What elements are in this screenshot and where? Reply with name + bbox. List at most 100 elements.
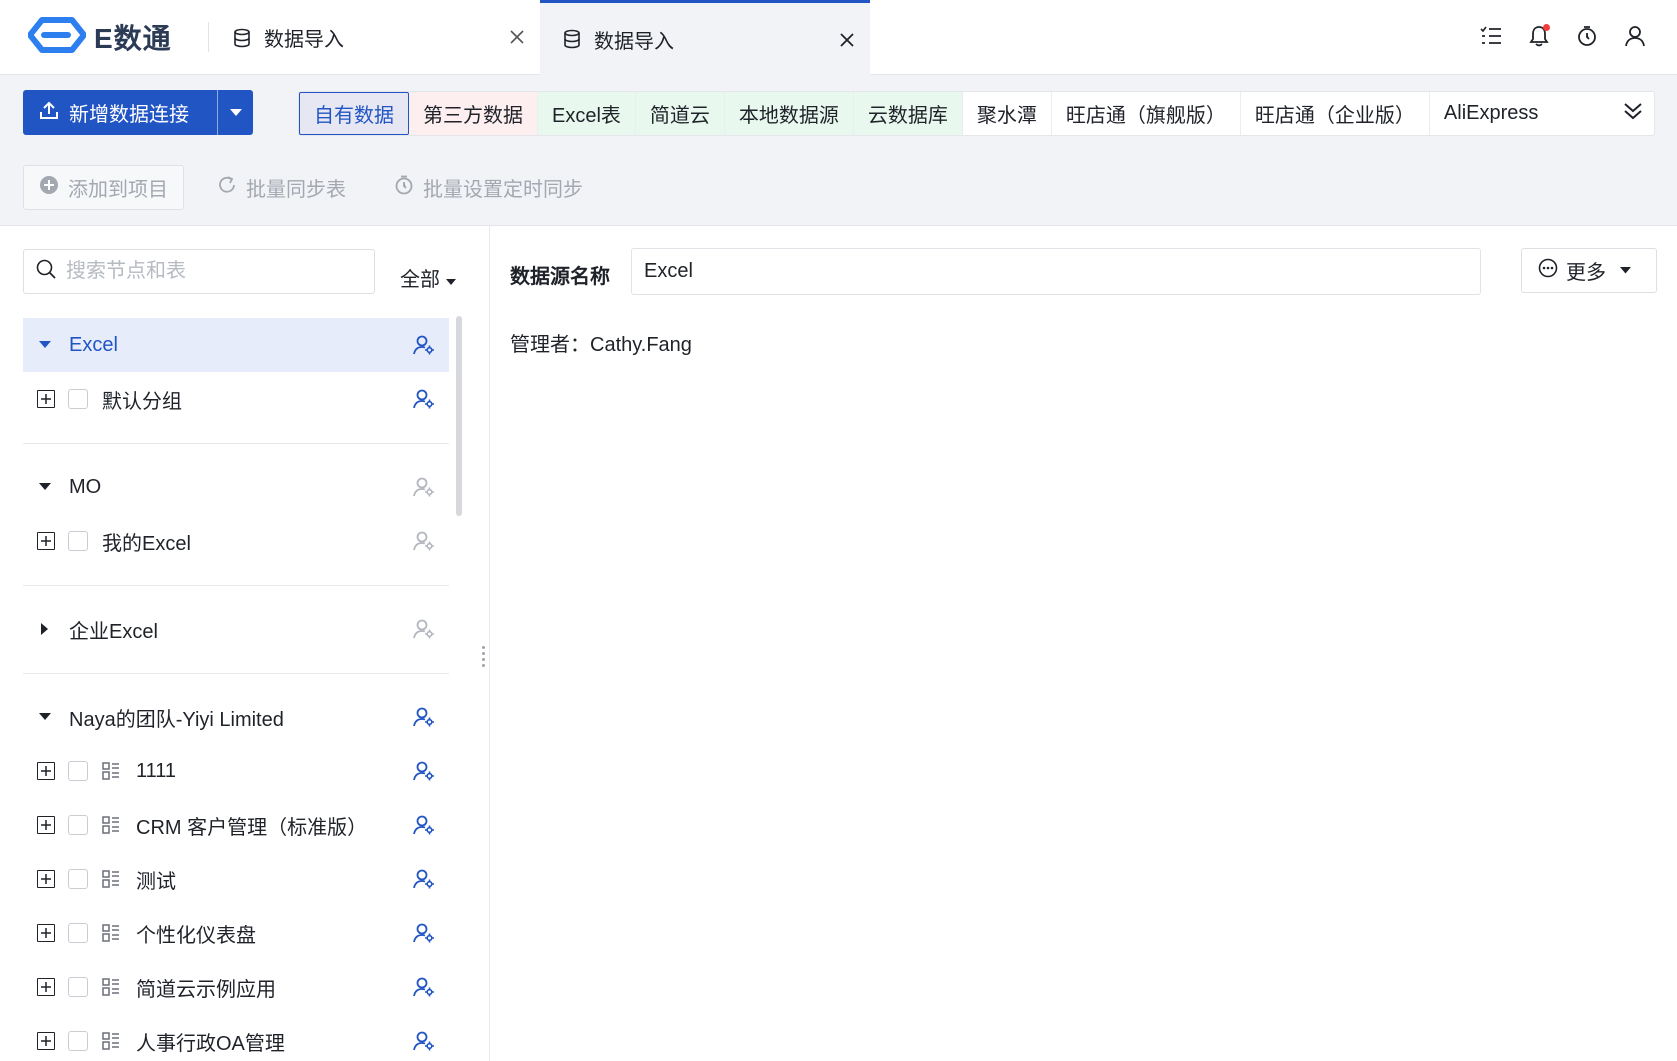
row-checkbox[interactable] [68,977,88,997]
user-permission-icon[interactable] [413,922,435,950]
search-icon [36,259,56,284]
tree-node[interactable]: 测试 [23,852,449,906]
source-tab-wangdiantong-flagship[interactable]: 旺店通（旗舰版） [1052,92,1241,135]
close-icon[interactable] [506,26,528,48]
app-grid-icon [102,762,120,780]
source-tab-aliexpress[interactable]: AliExpress [1430,92,1552,135]
tree-node[interactable]: CRM 客户管理（标准版） [23,798,449,852]
source-tab-own-data[interactable]: 自有数据 [299,92,409,135]
caret-down-icon [229,104,242,122]
tree-group-mo[interactable]: MO [23,460,449,514]
app-grid-icon [102,870,120,888]
source-tree: Excel 默认分组 MO 我的Excel 企业Excel Naya的团队-Yi… [23,318,449,1061]
expand-plus-icon[interactable] [37,390,55,408]
new-connection-button[interactable]: 新增数据连接 [23,90,217,135]
tab-data-import-2[interactable]: 数据导入 [540,0,870,75]
tree-node[interactable]: 个性化仪表盘 [23,906,449,960]
user-permission-icon[interactable] [413,1030,435,1058]
tree-node[interactable]: 人事行政OA管理 [23,1014,449,1061]
row-checkbox[interactable] [68,923,88,943]
user-permission-icon[interactable] [413,706,435,734]
panel-resize-handle[interactable] [482,646,486,667]
group-label: 企业Excel [69,620,158,643]
more-label: 更多 [1566,262,1606,284]
logo-icon [27,16,87,59]
tree-group-excel[interactable]: Excel [23,318,449,372]
user-permission-icon[interactable] [413,760,435,788]
row-checkbox[interactable] [68,761,88,781]
app-grid-icon [102,1032,120,1050]
user-permission-icon[interactable] [413,868,435,896]
caret-down-icon[interactable] [35,713,55,721]
expand-plus-icon[interactable] [37,1032,55,1050]
app-logo[interactable]: E数通 [27,16,172,59]
tree-node[interactable]: 1111 [23,744,449,798]
expand-plus-icon[interactable] [37,870,55,888]
source-tab-jushuitan[interactable]: 聚水潭 [963,92,1052,135]
row-checkbox[interactable] [68,389,88,409]
app-grid-icon [102,924,120,942]
source-tab-excel[interactable]: Excel表 [538,92,636,135]
divider [23,673,449,674]
filter-select[interactable]: 全部 [400,259,456,292]
group-label: Naya的团队-Yiyi Limited [69,708,284,731]
timer-icon [394,175,414,201]
node-label: 人事行政OA管理 [136,1032,285,1055]
row-checkbox[interactable] [68,1031,88,1051]
expand-plus-icon[interactable] [37,978,55,996]
batch-sync-button[interactable]: 批量同步表 [202,165,361,210]
expand-plus-icon[interactable] [37,816,55,834]
tree-group-naya[interactable]: Naya的团队-Yiyi Limited [23,690,449,744]
source-tab-third-party[interactable]: 第三方数据 [409,92,538,135]
tab-data-import-1[interactable]: 数据导入 [232,0,540,75]
detail-panel: 数据源名称 更多 管理者：Cathy.Fang [491,226,1677,1061]
batch-schedule-button[interactable]: 批量设置定时同步 [379,165,598,210]
expand-tabs-button[interactable] [1612,92,1654,135]
row-checkbox[interactable] [68,531,88,551]
tree-node[interactable]: 我的Excel [23,514,449,568]
more-dots-icon [1538,258,1558,284]
new-connection-dropdown[interactable] [217,90,253,135]
caret-down-icon[interactable] [35,341,55,349]
refresh-icon [217,175,237,201]
source-tabs: 自有数据 第三方数据 Excel表 简道云 本地数据源 云数据库 聚水潭 旺店通… [298,91,1655,136]
source-tab-local[interactable]: 本地数据源 [724,92,854,135]
source-tab-jiandaoyun[interactable]: 简道云 [635,92,725,135]
row-checkbox[interactable] [68,815,88,835]
double-chevron-down-icon [1623,102,1643,125]
source-tab-wangdiantong-enterprise[interactable]: 旺店通（企业版） [1241,92,1430,135]
datasource-name-input[interactable] [631,248,1481,295]
logo-divider [208,22,209,52]
tree-group-enterprise-excel[interactable]: 企业Excel [23,602,449,656]
user-permission-icon[interactable] [413,814,435,842]
expand-plus-icon[interactable] [37,762,55,780]
caret-down-icon [1620,267,1631,274]
user-icon[interactable] [1623,24,1647,48]
notification-bell-icon[interactable] [1527,24,1551,48]
user-permission-icon[interactable] [413,334,435,362]
user-permission-icon[interactable] [413,976,435,1004]
search-input[interactable] [66,260,356,283]
user-permission-icon[interactable] [413,388,435,416]
caret-right-icon[interactable] [35,623,55,635]
tree-node[interactable]: 简道云示例应用 [23,960,449,1014]
expand-plus-icon[interactable] [37,532,55,550]
add-to-project-button[interactable]: 添加到项目 [23,165,184,210]
user-permission-icon[interactable] [413,530,435,558]
more-button[interactable]: 更多 [1521,248,1657,293]
node-label: CRM 客户管理（标准版） [136,816,368,839]
close-icon[interactable] [836,29,858,51]
expand-plus-icon[interactable] [37,924,55,942]
timer-icon[interactable] [1575,24,1599,48]
row-checkbox[interactable] [68,869,88,889]
caret-down-icon[interactable] [35,483,55,491]
node-label: 简道云示例应用 [136,978,276,1001]
source-tab-cloud-db[interactable]: 云数据库 [853,92,963,135]
tree-scrollbar[interactable] [456,316,462,516]
app-grid-icon [102,978,120,996]
user-permission-icon[interactable] [413,618,435,646]
task-list-icon[interactable] [1479,24,1503,48]
tree-node[interactable]: 默认分组 [23,372,449,426]
user-permission-icon[interactable] [413,476,435,504]
notification-dot [1543,24,1550,31]
